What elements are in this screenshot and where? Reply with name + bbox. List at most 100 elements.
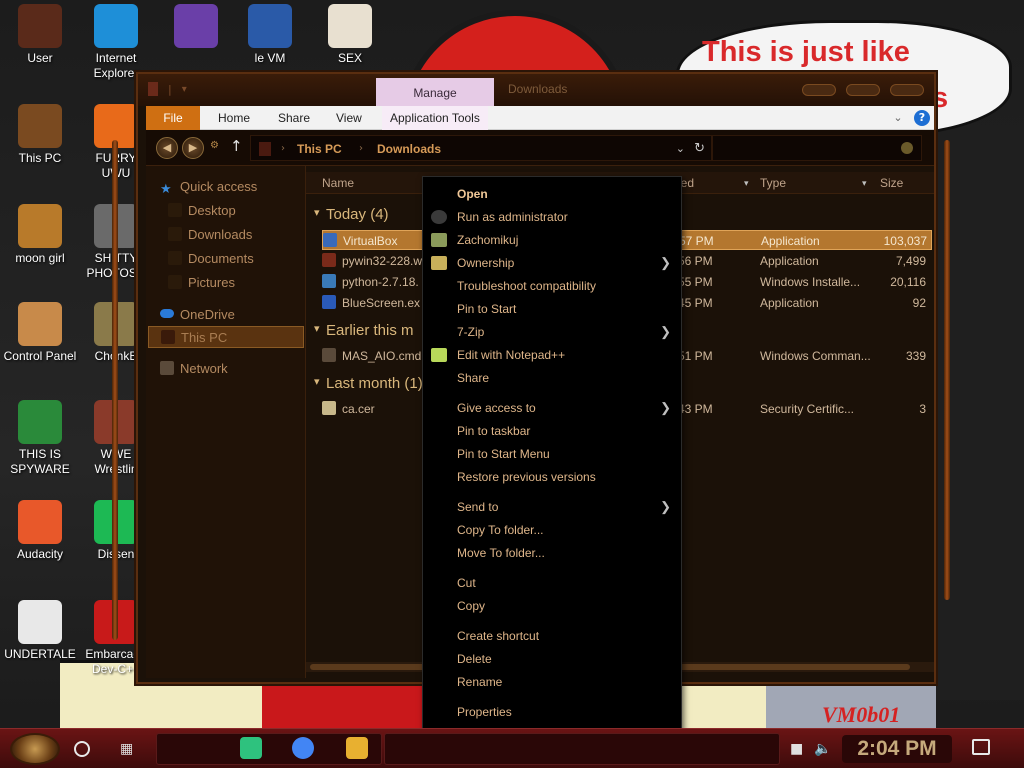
- context-menu-item[interactable]: Share: [423, 367, 681, 389]
- task-view-icon[interactable]: ▦: [120, 741, 140, 757]
- context-menu-item[interactable]: Rename: [423, 671, 681, 693]
- title-bar[interactable]: | ▾ Manage Downloads: [138, 74, 934, 106]
- context-menu-item[interactable]: Copy: [423, 595, 681, 617]
- back-button[interactable]: ◀: [156, 137, 178, 159]
- nav-label: OneDrive: [180, 307, 235, 322]
- context-menu-item[interactable]: Troubleshoot compatibility: [423, 275, 681, 297]
- tab-manage[interactable]: Manage: [376, 78, 494, 106]
- desktop-icon[interactable]: Internet Explorer: [76, 4, 156, 81]
- context-menu-label: Properties: [457, 705, 512, 719]
- context-menu-item[interactable]: Copy To folder...: [423, 519, 681, 541]
- context-menu-item[interactable]: Give access to ❯: [423, 397, 681, 419]
- context-menu-label: Pin to taskbar: [457, 424, 531, 438]
- nav-pictures[interactable]: Pictures◢: [168, 272, 324, 294]
- address-dropdown-icon[interactable]: ⌄: [676, 136, 685, 162]
- tab-application-tools[interactable]: Application Tools: [382, 106, 488, 130]
- nav-quick-access[interactable]: ★ Quick access: [160, 176, 316, 198]
- file-size: 7,499: [895, 254, 926, 268]
- context-menu-item[interactable]: Pin to Start: [423, 298, 681, 320]
- column-name[interactable]: Name: [322, 172, 354, 194]
- minimize-button[interactable]: [802, 84, 836, 96]
- expand-ribbon-icon[interactable]: ⌄: [890, 110, 906, 126]
- wallpaper-corner-text: VM0b01: [822, 702, 901, 727]
- context-menu-item[interactable]: Pin to Start Menu: [423, 443, 681, 465]
- context-menu-item[interactable]: Zachomikuj: [423, 229, 681, 251]
- moon-girl-icon: [18, 204, 62, 248]
- nav-this-pc[interactable]: This PC: [148, 326, 304, 348]
- column-type[interactable]: Type: [760, 172, 786, 194]
- tab-share[interactable]: Share: [270, 106, 318, 130]
- network-icon[interactable]: ■: [790, 741, 803, 757]
- context-menu-item[interactable]: Create shortcut: [423, 625, 681, 647]
- volume-muted-icon[interactable]: 🔈: [814, 741, 831, 757]
- submenu-arrow-icon: ❯: [660, 499, 671, 514]
- file-type-icon: [322, 274, 336, 288]
- desktop-icon[interactable]: SEX: [310, 4, 390, 66]
- context-menu-item[interactable]: Restore previous versions: [423, 466, 681, 488]
- file-explorer-icon[interactable]: [346, 737, 368, 759]
- desktop-icon[interactable]: This PC: [0, 104, 80, 166]
- file-type-icon: [322, 253, 336, 267]
- context-menu-item[interactable]: Send to ❯: [423, 496, 681, 518]
- chrome-icon[interactable]: [292, 737, 314, 759]
- up-arrow-icon[interactable]: ↑: [230, 137, 243, 155]
- nav-desktop[interactable]: Desktop◢: [168, 200, 324, 222]
- nav-label: Documents: [188, 251, 254, 266]
- desktop-icon-label: UNDERTALE: [4, 647, 76, 661]
- nav-downloads[interactable]: Downloads◢: [168, 224, 324, 246]
- breadcrumb-this-pc[interactable]: This PC: [297, 136, 342, 162]
- context-menu-item[interactable]: 7-Zip ❯: [423, 321, 681, 343]
- group-header[interactable]: Earlier this m: [314, 322, 413, 339]
- sort-chevron-icon[interactable]: ▾: [862, 172, 867, 194]
- sort-chevron-icon[interactable]: ▾: [744, 172, 749, 194]
- start-button[interactable]: [10, 733, 60, 765]
- nav-network[interactable]: Network: [160, 358, 316, 380]
- tab-view[interactable]: View: [328, 106, 370, 130]
- cortana-icon[interactable]: [74, 741, 90, 757]
- context-menu-item[interactable]: Move To folder...: [423, 542, 681, 564]
- desktop-icon[interactable]: Control Panel: [0, 302, 80, 364]
- tab-file[interactable]: File: [146, 106, 200, 130]
- notes-icon[interactable]: [240, 737, 262, 759]
- context-menu-item[interactable]: Pin to taskbar: [423, 420, 681, 442]
- desktop-icon[interactable]: User: [0, 4, 80, 66]
- maximize-button[interactable]: [846, 84, 880, 96]
- search-input[interactable]: [712, 135, 922, 161]
- tab-home[interactable]: Home: [210, 106, 258, 130]
- close-button[interactable]: [890, 84, 924, 96]
- context-menu-item[interactable]: Delete: [423, 648, 681, 670]
- file-type: Application: [760, 296, 819, 310]
- context-menu-item[interactable]: Ownership ❯: [423, 252, 681, 274]
- context-menu-item[interactable]: Properties: [423, 701, 681, 723]
- desktop-icon[interactable]: UNDERTALE: [0, 600, 80, 662]
- file-name: python-2.7.18.: [342, 275, 419, 289]
- refresh-icon[interactable]: ↻: [694, 136, 705, 162]
- nav-onedrive[interactable]: OneDrive: [160, 304, 316, 326]
- qat-dropdown-icon[interactable]: ▾: [182, 84, 187, 95]
- path-box[interactable]: › This PC › Downloads ⌄ ↻: [250, 135, 712, 161]
- clock[interactable]: 2:04 PM: [842, 735, 952, 763]
- nav-documents[interactable]: Documents◢: [168, 248, 324, 270]
- desktop-icon[interactable]: le VM: [230, 4, 310, 66]
- context-menu-item[interactable]: Cut: [423, 572, 681, 594]
- breadcrumb-downloads[interactable]: Downloads: [377, 136, 441, 162]
- help-icon[interactable]: ?: [914, 110, 930, 126]
- recent-locations-icon[interactable]: ⚙: [210, 140, 219, 151]
- context-menu-item[interactable]: Open: [423, 183, 681, 205]
- context-menu-item[interactable]: Edit with Notepad++: [423, 344, 681, 366]
- group-header[interactable]: Today (4): [314, 206, 388, 223]
- forward-button[interactable]: ▶: [182, 137, 204, 159]
- column-size[interactable]: Size: [880, 172, 903, 194]
- desktop-folder-icon: [168, 203, 182, 217]
- file-type-icon: [322, 295, 336, 309]
- desktop-icon[interactable]: moon girl: [0, 204, 80, 266]
- action-center-icon[interactable]: [972, 739, 990, 755]
- desktop-icon[interactable]: [156, 4, 236, 51]
- navigation-pane: ★Quick access Desktop◢ Downloads◢ Docume…: [146, 166, 318, 678]
- desktop-icon[interactable]: Audacity: [0, 500, 80, 562]
- taskbar: ▦ ■ 🔈 2:04 PM: [0, 728, 1024, 768]
- group-header[interactable]: Last month (1): [314, 375, 423, 392]
- context-menu-item[interactable]: Run as administrator: [423, 206, 681, 228]
- file-name: BlueScreen.ex: [342, 296, 421, 310]
- desktop-icon[interactable]: THIS IS SPYWARE: [0, 400, 80, 477]
